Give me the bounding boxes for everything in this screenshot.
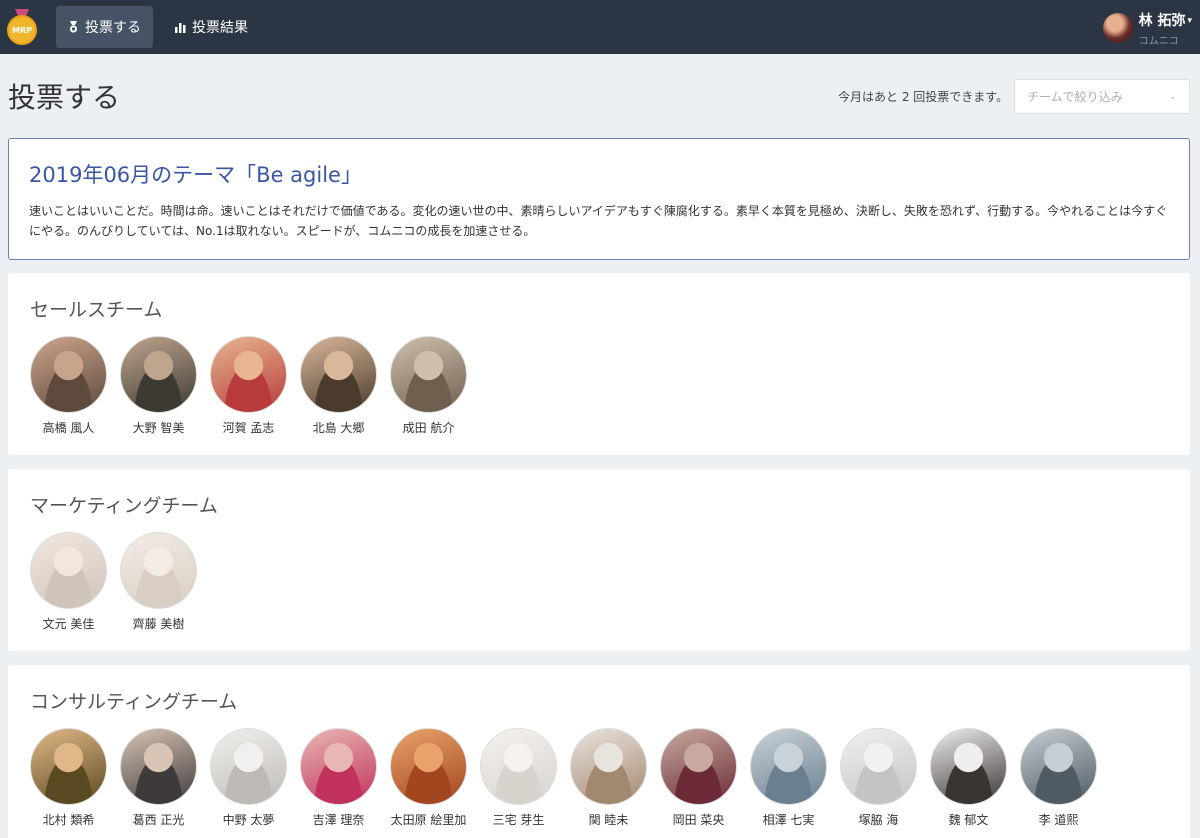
member-name: 高橋 風人 [42, 421, 95, 435]
logo-text: MRP [12, 25, 32, 35]
member-name: 吉澤 理奈 [312, 813, 365, 827]
member-photo [390, 336, 467, 413]
member-name: 北村 類希 [42, 813, 95, 827]
member-card[interactable]: 成田 航介 [390, 336, 467, 436]
member-photo [120, 532, 197, 609]
navbar: MRP 投票する 投票結果 林 拓弥 コムニコ ▾ [0, 0, 1200, 54]
member-list: 高橋 風人 大野 智美 河賀 孟志 北島 大郷 成田 航介 [30, 336, 480, 436]
team-filter-placeholder: チームで絞り込み [1027, 90, 1123, 104]
member-card[interactable]: 李 道熙 [1020, 728, 1097, 828]
user-menu[interactable]: 林 拓弥 コムニコ ▾ [1102, 8, 1192, 48]
team-name: コンサルティングチーム [30, 691, 238, 713]
member-photo [750, 728, 827, 805]
member-card[interactable]: 岡田 菜央 [660, 728, 737, 828]
member-name: 李 道熙 [1038, 813, 1079, 827]
member-photo [570, 728, 647, 805]
member-photo [480, 728, 557, 805]
member-name: 齊藤 美樹 [132, 617, 185, 631]
team-section-marketing: マーケティングチーム 文元 美佳 齊藤 美樹 [8, 469, 1190, 651]
member-card[interactable]: 三宅 芽生 [480, 728, 557, 828]
member-card[interactable]: 太田原 絵里加 [390, 728, 467, 828]
tab-vote-label: 投票する [85, 20, 141, 36]
member-photo [300, 728, 377, 805]
member-photo [30, 532, 107, 609]
member-list: 北村 類希 葛西 正光 中野 太夢 吉澤 理奈 太田原 絵里加 三宅 芽生 関 睦未 岡田 菜… [30, 728, 1110, 828]
member-name: 成田 航介 [402, 421, 455, 435]
team-name: セールスチーム [30, 299, 163, 321]
member-list: 文元 美佳 齊藤 美樹 [30, 532, 210, 632]
member-photo [30, 336, 107, 413]
medal-icon [68, 21, 79, 33]
logo[interactable]: MRP [7, 9, 37, 45]
user-name: 林 拓弥 [1138, 12, 1186, 29]
theme-panel: 2019年06月のテーマ「Be agile」 速いことはいいことだ。時間は命。速… [8, 138, 1190, 260]
member-photo [840, 728, 917, 805]
member-name: 北島 大郷 [312, 421, 365, 435]
team-section-consulting: コンサルティングチーム 北村 類希 葛西 正光 中野 太夢 吉澤 理奈 太田原 絵里加 三… [8, 665, 1190, 838]
member-name: 塚脇 海 [858, 813, 899, 827]
avatar [1102, 13, 1133, 43]
member-card[interactable]: 北島 大郷 [300, 336, 377, 436]
member-name: 河賀 孟志 [222, 421, 275, 435]
member-card[interactable]: 葛西 正光 [120, 728, 197, 828]
member-name: 関 睦未 [588, 813, 629, 827]
member-card[interactable]: 河賀 孟志 [210, 336, 287, 436]
team-section-sales: セールスチーム 高橋 風人 大野 智美 河賀 孟志 北島 大郷 成田 航介 [8, 273, 1190, 455]
member-card[interactable]: 文元 美佳 [30, 532, 107, 632]
member-card[interactable]: 大野 智美 [120, 336, 197, 436]
member-name: 大野 智美 [132, 421, 185, 435]
member-photo [660, 728, 737, 805]
user-org: コムニコ [1138, 35, 1179, 47]
member-card[interactable]: 相澤 七実 [750, 728, 827, 828]
chevron-down-icon: ▾ [1187, 16, 1192, 26]
member-photo [120, 336, 197, 413]
member-card[interactable]: 吉澤 理奈 [300, 728, 377, 828]
member-card[interactable]: 塚脇 海 [840, 728, 917, 828]
member-card[interactable]: 魏 郁文 [930, 728, 1007, 828]
tab-results[interactable]: 投票結果 [163, 6, 260, 48]
remaining-votes-text: 今月はあと 2 回投票できます。 [838, 90, 1009, 104]
page-title: 投票する [8, 81, 121, 114]
member-card[interactable]: 関 睦未 [570, 728, 647, 828]
medal-logo-icon: MRP [7, 15, 37, 45]
member-photo [300, 336, 377, 413]
member-name: 相澤 七実 [762, 813, 815, 827]
theme-title: 2019年06月のテーマ「Be agile」 [29, 163, 362, 187]
member-card[interactable]: 高橋 風人 [30, 336, 107, 436]
member-photo [210, 728, 287, 805]
member-name: 岡田 菜央 [672, 813, 725, 827]
member-photo [1020, 728, 1097, 805]
theme-description: 速いことはいいことだ。時間は命。速いことはそれだけで価値である。変化の速い世の中… [29, 204, 1168, 238]
team-filter-select[interactable]: チームで絞り込み ⌄ [1014, 79, 1190, 114]
member-card[interactable]: 中野 太夢 [210, 728, 287, 828]
tab-results-label: 投票結果 [192, 20, 248, 36]
member-name: 魏 郁文 [948, 813, 989, 827]
member-card[interactable]: 北村 類希 [30, 728, 107, 828]
chevron-down-icon: ⌄ [1168, 91, 1177, 102]
member-name: 中野 太夢 [222, 813, 275, 827]
bar-chart-icon [175, 22, 186, 33]
member-photo [30, 728, 107, 805]
member-photo [120, 728, 197, 805]
member-name: 太田原 絵里加 [390, 813, 467, 827]
member-photo [390, 728, 467, 805]
member-photo [210, 336, 287, 413]
member-card[interactable]: 齊藤 美樹 [120, 532, 197, 632]
member-photo [930, 728, 1007, 805]
tab-vote[interactable]: 投票する [56, 6, 153, 48]
member-name: 三宅 芽生 [492, 813, 545, 827]
member-name: 葛西 正光 [132, 813, 185, 827]
team-name: マーケティングチーム [30, 495, 218, 517]
member-name: 文元 美佳 [42, 617, 95, 631]
